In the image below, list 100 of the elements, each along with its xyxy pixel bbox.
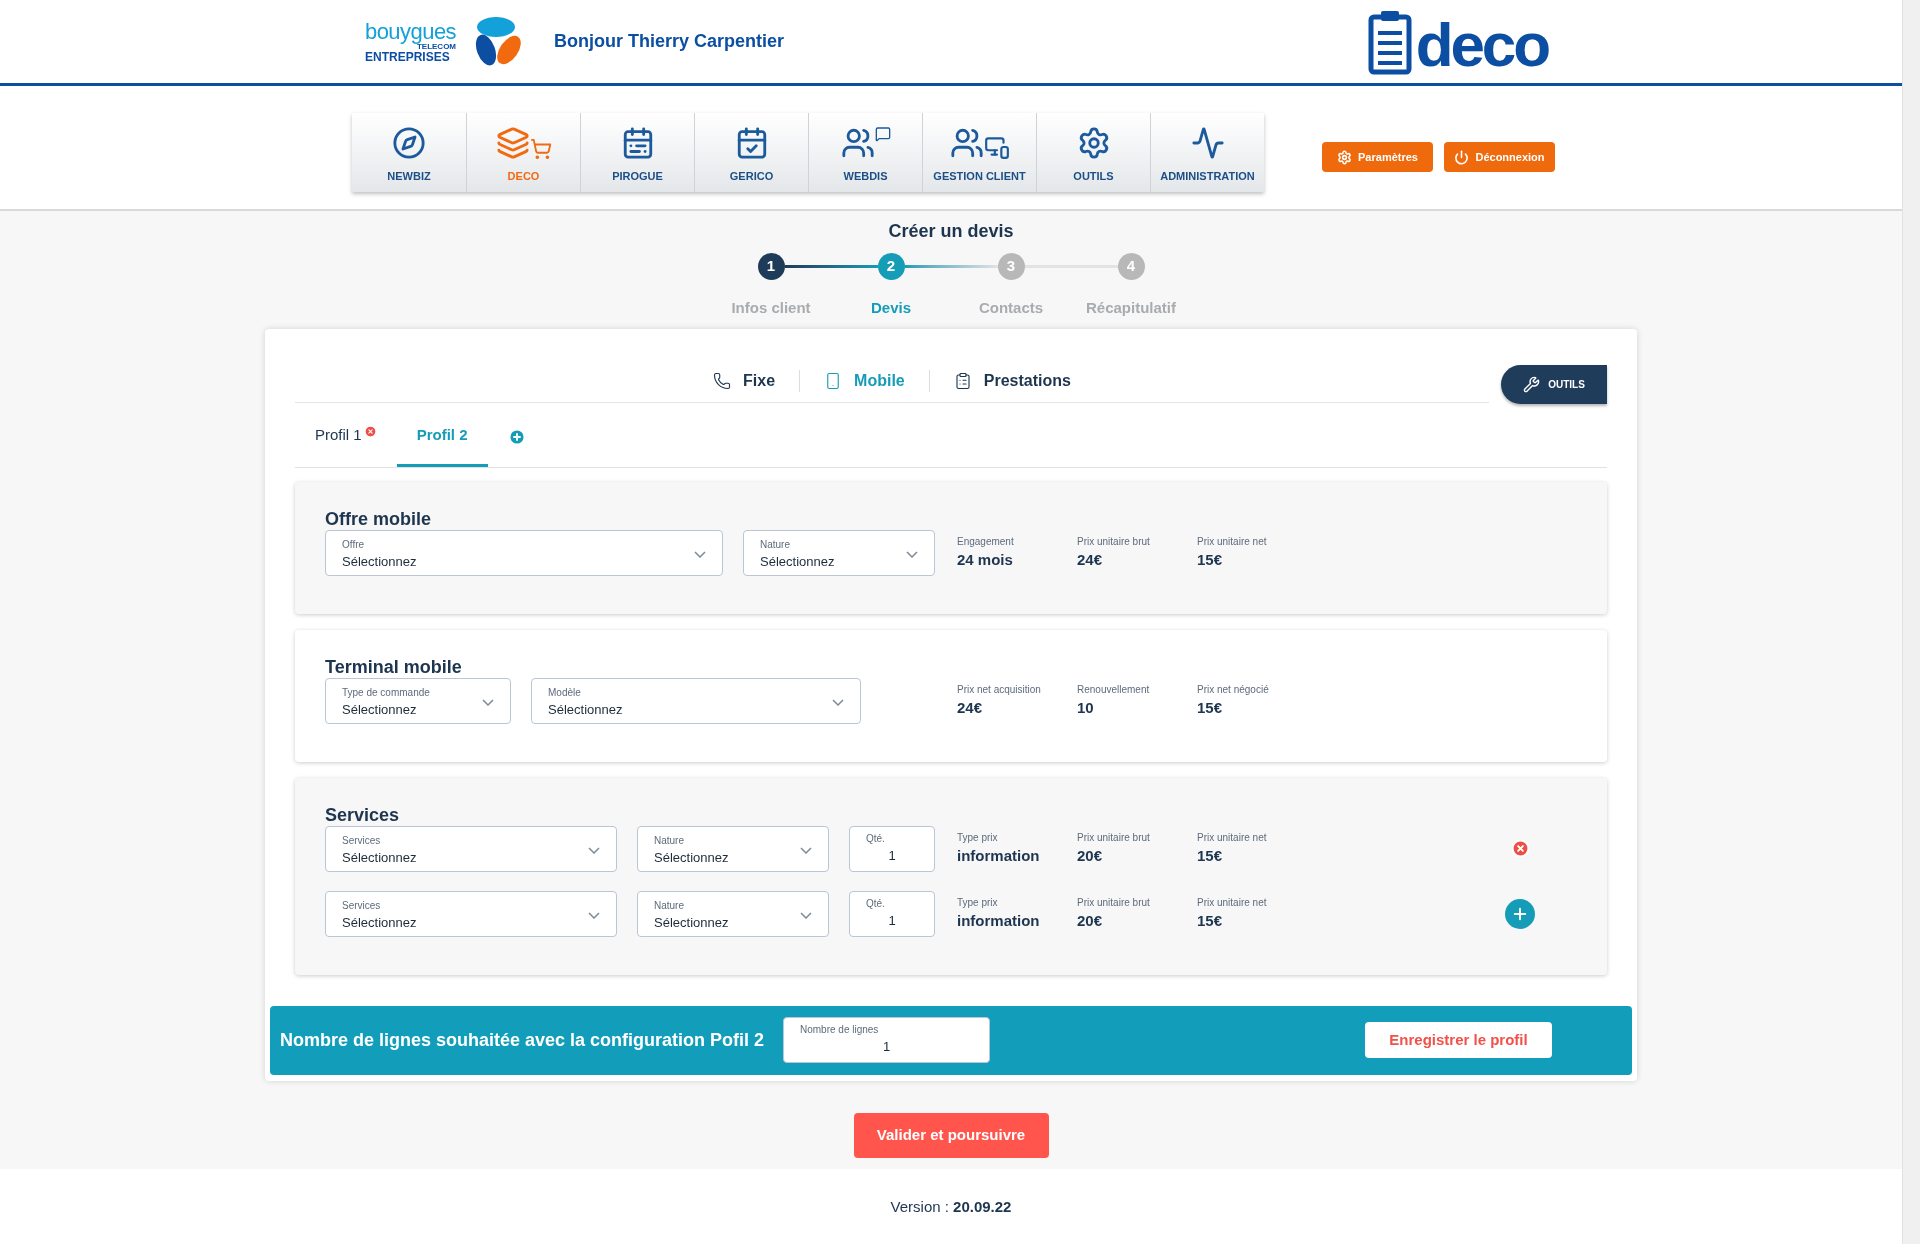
field-value: 1 bbox=[881, 1038, 892, 1056]
page-title: Créer un devis bbox=[888, 220, 1014, 243]
select-field[interactable]: Type de commande Sélectionnez bbox=[325, 677, 511, 724]
compass-icon bbox=[392, 125, 426, 160]
info-value: 15€ bbox=[1197, 697, 1224, 718]
section-title: Services bbox=[325, 805, 401, 824]
line-chart-icon bbox=[1190, 125, 1225, 160]
app-nav-item[interactable]: WEBDIS bbox=[808, 113, 922, 192]
step-label: Infos client bbox=[730, 298, 812, 318]
field-value: Sélectionnez bbox=[654, 849, 729, 868]
add-profile-icon[interactable] bbox=[507, 427, 526, 446]
tools-button[interactable]: OUTILS bbox=[1501, 364, 1607, 404]
info-label: Prix net acquisition bbox=[957, 682, 1042, 697]
info-value: 15€ bbox=[1197, 845, 1224, 866]
banner-text: Nombre de lignes souhaitée avec la configuration Pofil 2 bbox=[280, 1028, 766, 1052]
app-nav-item[interactable]: NEWBIZ bbox=[352, 113, 466, 192]
field-value: Sélectionnez bbox=[548, 701, 623, 720]
step-label: Récapitulatif bbox=[1085, 298, 1177, 318]
field-label: Offre bbox=[342, 538, 366, 553]
chevron-down-icon bbox=[694, 551, 706, 558]
step-label: Contacts bbox=[977, 298, 1045, 318]
select-field[interactable]: Services Sélectionnez bbox=[325, 890, 617, 937]
scrollbar[interactable] bbox=[1902, 0, 1920, 1244]
wrench-icon bbox=[1523, 375, 1541, 393]
field-value: Sélectionnez bbox=[760, 553, 835, 572]
section-title: Offre mobile bbox=[325, 509, 432, 528]
field-label: Nature bbox=[654, 899, 685, 914]
app-nav-item[interactable]: GERICO bbox=[694, 113, 808, 192]
chevron-down-icon bbox=[588, 912, 600, 919]
info-value: 15€ bbox=[1197, 910, 1224, 931]
info-value: information bbox=[957, 910, 1041, 931]
select-field[interactable]: Offre Sélectionnez bbox=[325, 529, 723, 576]
power-icon bbox=[1454, 149, 1470, 165]
remove-icon[interactable] bbox=[1510, 839, 1530, 858]
info-label: Type prix bbox=[957, 895, 999, 910]
chevron-down-icon bbox=[800, 847, 812, 854]
app-logo: deco bbox=[1415, 14, 1548, 75]
info-value: 24€ bbox=[1077, 549, 1104, 570]
phone-icon bbox=[713, 371, 732, 390]
profile-tab[interactable]: Profil 1 bbox=[295, 406, 397, 467]
field-value: Sélectionnez bbox=[654, 914, 729, 933]
info-value: 20€ bbox=[1077, 845, 1104, 866]
field-value: Sélectionnez bbox=[342, 849, 417, 868]
quantity-field[interactable]: Qté. 1 bbox=[849, 890, 935, 937]
field-label: Nature bbox=[654, 834, 685, 849]
select-field[interactable]: Nature Sélectionnez bbox=[637, 890, 829, 937]
lines-count-field[interactable]: Nombre de lignes 1 bbox=[783, 1017, 990, 1063]
app-nav-item[interactable]: OUTILS bbox=[1036, 113, 1150, 192]
info-value: 24€ bbox=[957, 697, 984, 718]
info-label: Type prix bbox=[957, 830, 999, 845]
select-field[interactable]: Nature Sélectionnez bbox=[637, 825, 829, 872]
version-text: Version : 20.09.22 bbox=[890, 1196, 1012, 1216]
clipboard-icon bbox=[953, 371, 972, 390]
add-button[interactable] bbox=[1505, 898, 1535, 929]
field-label: Type de commande bbox=[342, 686, 430, 701]
category-tab[interactable]: Prestations bbox=[929, 368, 1095, 393]
select-field[interactable]: Modèle Sélectionnez bbox=[531, 677, 861, 724]
field-value: 1 bbox=[887, 911, 897, 930]
chevron-down-icon bbox=[588, 847, 600, 854]
step-label: Devis bbox=[870, 298, 912, 318]
chevron-down-icon bbox=[832, 699, 844, 706]
app-nav-item[interactable]: PIROGUE bbox=[580, 113, 694, 192]
app-nav-item[interactable]: GESTION CLIENT bbox=[922, 113, 1036, 192]
field-label: Nature bbox=[760, 538, 791, 553]
field-label: Services bbox=[342, 899, 382, 914]
info-label: Prix unitaire net bbox=[1197, 895, 1268, 910]
info-label: Prix unitaire brut bbox=[1077, 895, 1151, 910]
field-label: Nombre de lignes bbox=[800, 1023, 880, 1037]
brand-subtitle: ENTREPRISES bbox=[365, 50, 451, 63]
remove-icon[interactable] bbox=[363, 424, 377, 438]
app-nav-item[interactable]: ADMINISTRATION bbox=[1150, 113, 1264, 192]
chevron-down-icon bbox=[800, 912, 812, 919]
select-field[interactable]: Services Sélectionnez bbox=[325, 825, 617, 872]
info-value: 15€ bbox=[1197, 549, 1224, 570]
quantity-field[interactable]: Qté. 1 bbox=[849, 825, 935, 872]
info-label: Prix unitaire net bbox=[1197, 830, 1268, 845]
field-value: Sélectionnez bbox=[342, 553, 417, 572]
info-label: Prix unitaire brut bbox=[1077, 830, 1151, 845]
field-label: Services bbox=[342, 834, 382, 849]
info-value: 20€ bbox=[1077, 910, 1104, 931]
info-label: Prix net négocié bbox=[1197, 682, 1270, 697]
chevron-down-icon bbox=[906, 551, 918, 558]
field-value: Sélectionnez bbox=[342, 914, 417, 933]
field-label: Qté. bbox=[866, 831, 886, 846]
field-value: 1 bbox=[887, 846, 897, 865]
info-label: Prix unitaire net bbox=[1197, 534, 1268, 549]
field-value: Sélectionnez bbox=[342, 701, 418, 720]
select-field[interactable]: Nature Sélectionnez bbox=[743, 529, 935, 576]
field-label: Modèle bbox=[548, 686, 582, 701]
profile-tab-label: Profil 1 bbox=[315, 424, 362, 445]
chevron-down-icon bbox=[482, 699, 494, 706]
clipboard-icon bbox=[1367, 8, 1412, 75]
category-tab[interactable]: Fixe bbox=[689, 368, 800, 393]
people-chat-icon bbox=[840, 125, 891, 160]
info-label: Renouvellement bbox=[1077, 682, 1151, 697]
layers-cart-icon bbox=[495, 125, 552, 160]
brand-name: bouygues bbox=[365, 20, 456, 43]
field-label: Qté. bbox=[866, 896, 886, 911]
info-value: information bbox=[957, 845, 1041, 866]
info-label: Engagement bbox=[957, 534, 1015, 549]
